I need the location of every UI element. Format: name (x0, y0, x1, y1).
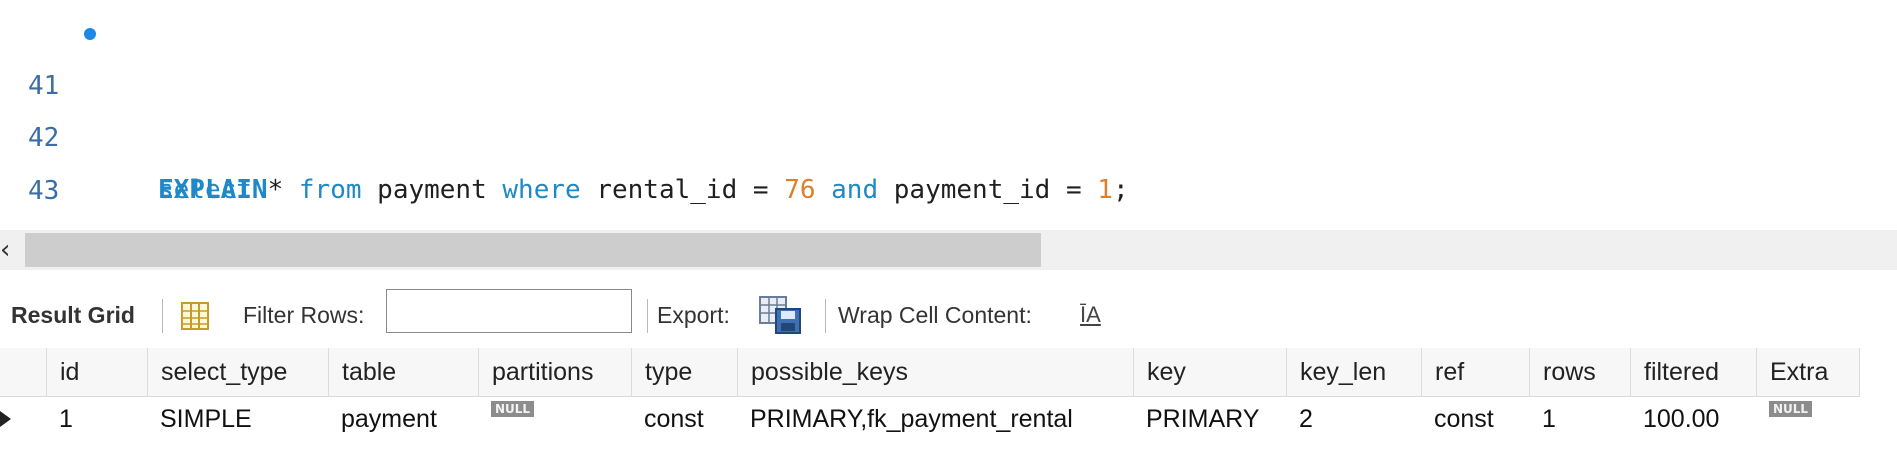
cell-filtered[interactable]: 100.00 (1630, 397, 1756, 439)
table-row[interactable]: 1 SIMPLE payment NULL const PRIMARY,fk_p… (0, 397, 1860, 439)
column-header-table[interactable]: table (328, 348, 478, 396)
grid-layout-icon[interactable] (180, 301, 210, 337)
cell-key[interactable]: PRIMARY (1133, 397, 1286, 439)
cell-partitions[interactable]: NULL (478, 397, 631, 439)
sql-editor[interactable]: 41 EXPLAIN 42 select * from payment wher… (0, 0, 1897, 258)
scroll-left-arrow-icon[interactable]: ‹ (0, 236, 10, 264)
column-header-rows[interactable]: rows (1529, 348, 1630, 396)
result-grid-tab[interactable]: Result Grid (11, 285, 135, 345)
row-selector[interactable] (0, 397, 46, 439)
cell-select-type[interactable]: SIMPLE (147, 397, 328, 439)
toolbar-divider (647, 299, 648, 333)
current-row-pointer-icon (0, 411, 11, 427)
wrap-cell-content-label: Wrap Cell Content: (838, 302, 1032, 328)
column-header-key[interactable]: key (1133, 348, 1286, 396)
cell-table[interactable]: payment (328, 397, 478, 439)
column-header-filtered[interactable]: filtered (1630, 348, 1756, 396)
cell-id[interactable]: 1 (46, 397, 147, 439)
toolbar-divider (825, 299, 826, 333)
column-header-key-len[interactable]: key_len (1286, 348, 1421, 396)
column-header-ref[interactable]: ref (1421, 348, 1529, 396)
column-header-extra[interactable]: Extra (1756, 348, 1860, 396)
cell-ref[interactable]: const (1421, 397, 1529, 439)
editor-horizontal-scrollbar[interactable]: ‹ (0, 230, 1897, 270)
column-header-type[interactable]: type (631, 348, 737, 396)
export-icon[interactable] (758, 295, 804, 343)
wrap-cell-content-icon[interactable]: ĪA (1080, 285, 1101, 345)
cell-extra[interactable]: NULL (1756, 397, 1860, 439)
editor-line[interactable]: 43 (0, 113, 1897, 206)
column-header-id[interactable]: id (46, 348, 147, 396)
filter-rows-input[interactable] (386, 289, 632, 333)
grid-header-row: id select_type table partitions type pos… (0, 348, 1860, 397)
editor-line[interactable]: 42 select * from payment where rental_id… (0, 60, 1897, 205)
null-badge: NULL (491, 401, 535, 417)
toolbar-divider (162, 299, 163, 333)
cell-possible-keys[interactable]: PRIMARY,fk_payment_rental (737, 397, 1133, 439)
editor-line[interactable]: 44 (0, 165, 1897, 258)
scrollbar-thumb[interactable] (25, 233, 1041, 267)
statement-marker-icon (84, 28, 96, 40)
result-grid[interactable]: id select_type table partitions type pos… (0, 348, 1897, 439)
column-header-partitions[interactable]: partitions (478, 348, 631, 396)
null-badge: NULL (1769, 401, 1813, 417)
cell-key-len[interactable]: 2 (1286, 397, 1421, 439)
editor-line[interactable]: 41 EXPLAIN (0, 8, 1897, 205)
result-toolbar: Result Grid Filter Rows: Export: Wrap Ce… (0, 285, 1897, 345)
filter-rows-label: Filter Rows: (243, 302, 365, 328)
column-header-possible-keys[interactable]: possible_keys (737, 348, 1133, 396)
cell-rows[interactable]: 1 (1529, 397, 1630, 439)
export-label: Export: (657, 302, 730, 328)
cell-type[interactable]: const (631, 397, 737, 439)
column-header-select-type[interactable]: select_type (147, 348, 328, 396)
